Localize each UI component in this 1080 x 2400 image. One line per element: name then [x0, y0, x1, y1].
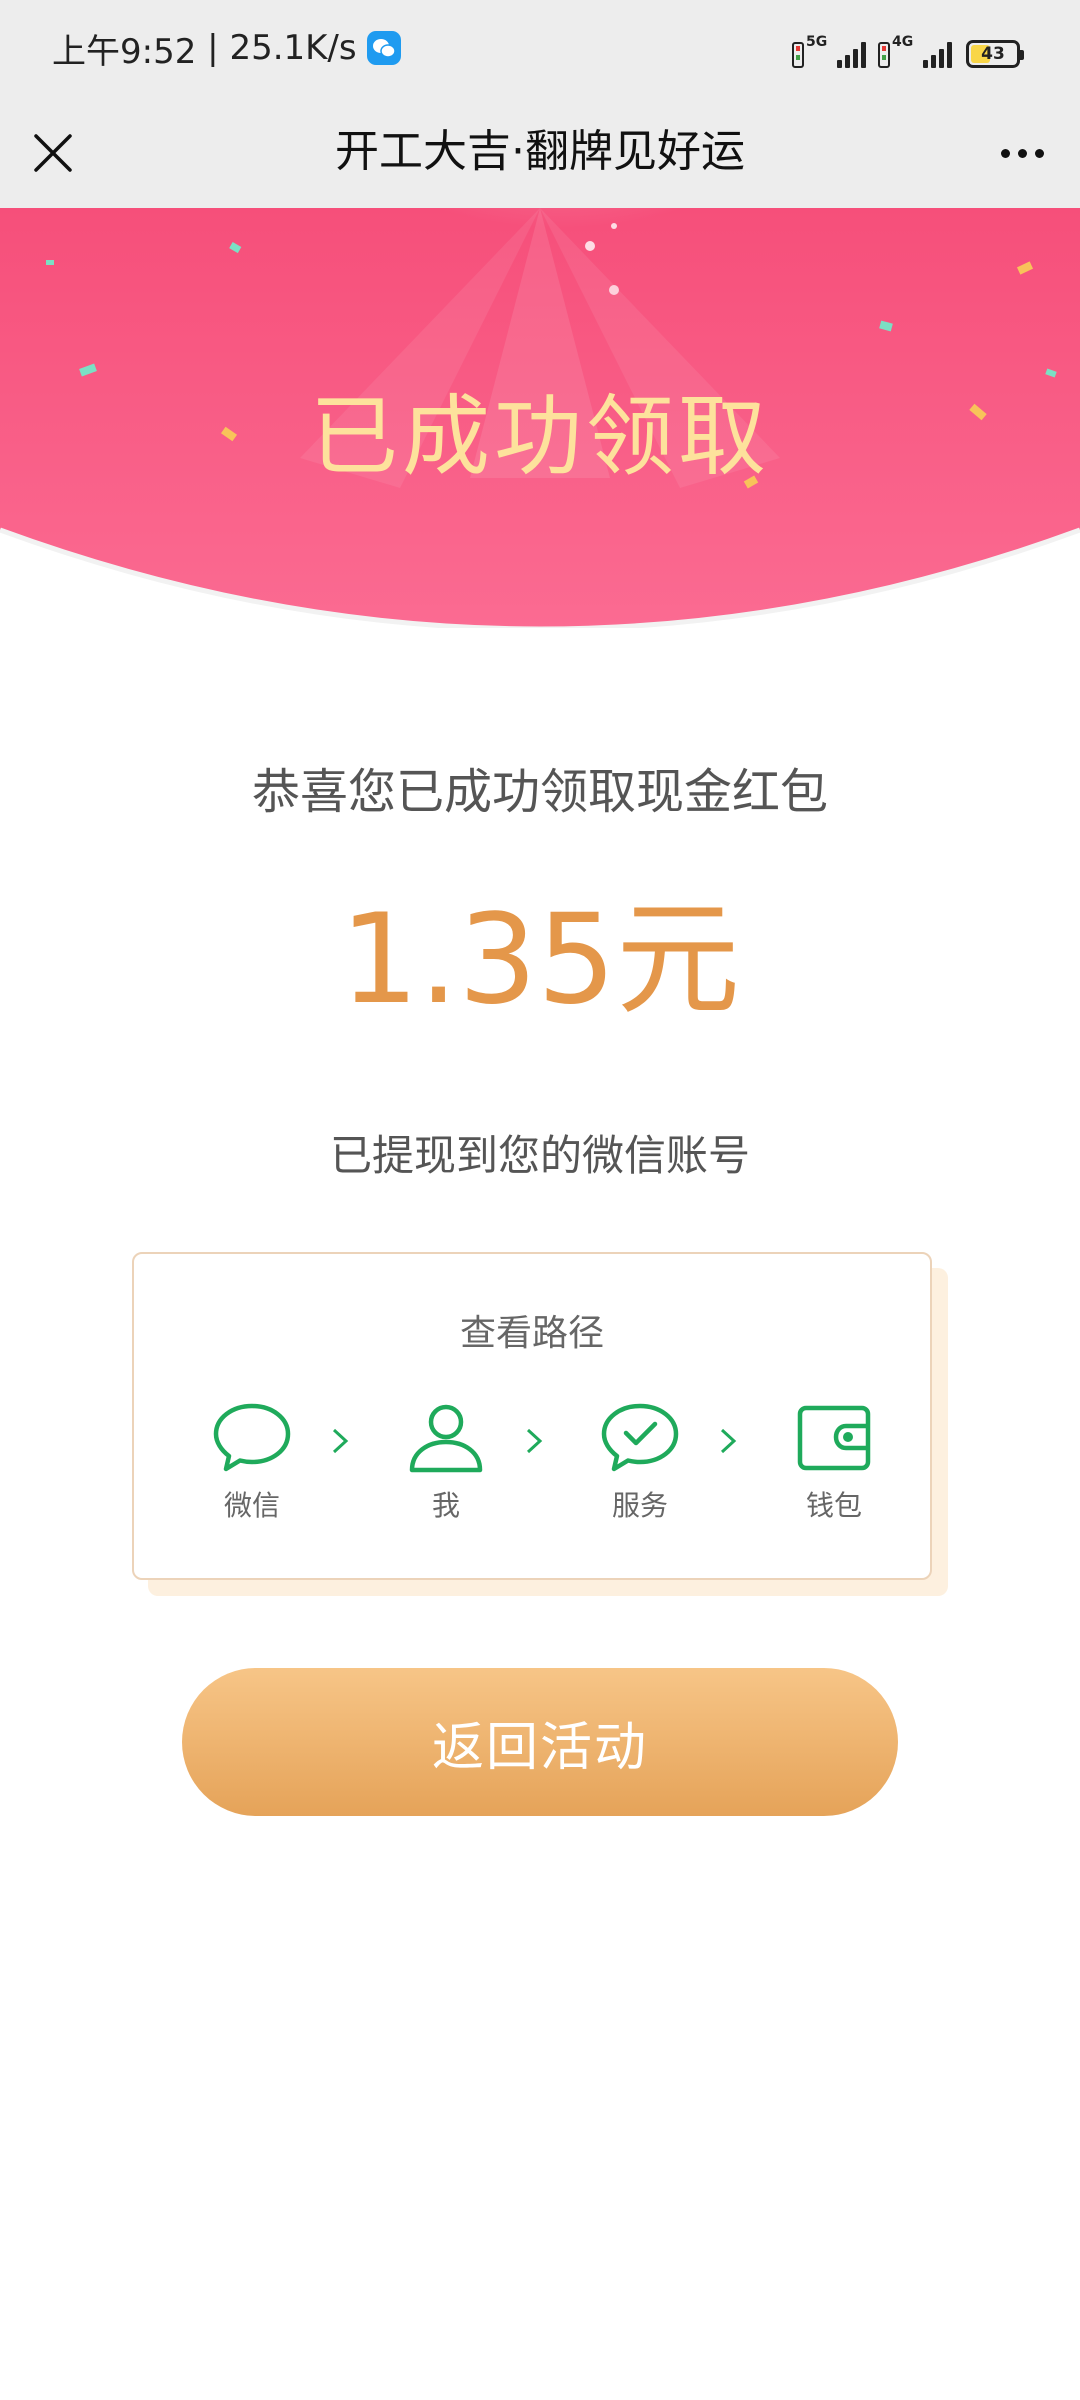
network-type-label: 5G [806, 34, 828, 50]
network-type-label: 4G [892, 34, 914, 50]
return-to-activity-button[interactable]: 返回活动 [182, 1668, 898, 1816]
sim-card-icon [878, 42, 890, 68]
chat-bubble-icon [213, 1403, 291, 1472]
wallet-icon [797, 1405, 871, 1471]
more-dots-icon [1000, 148, 1010, 158]
path-step-services: 服务 [580, 1402, 700, 1532]
notification-app-icon [366, 31, 401, 65]
signal-bars-icon [834, 40, 866, 68]
path-card: 查看路径 微信 我 服务 钱包 [132, 1252, 932, 1580]
banner-title: 已成功领取 [309, 385, 770, 488]
chevron-right-icon [720, 1428, 737, 1454]
path-card-title: 查看路径 [459, 1313, 604, 1354]
sim1-signal: 5G [792, 34, 868, 68]
status-time: 上午9:52 [52, 31, 197, 72]
path-step-label: 钱包 [805, 1489, 862, 1522]
check-bubble-icon [601, 1403, 679, 1472]
close-button[interactable] [20, 120, 86, 186]
path-step-me: 我 [386, 1402, 506, 1532]
status-bar: 上午9:52 | 25.1K/s 5G 4G 43 [0, 0, 1080, 96]
page-title: 开工大吉·翻牌见好运 [335, 126, 745, 177]
chevron-right-icon [526, 1428, 543, 1454]
cash-amount: 1.35元 [339, 888, 741, 1032]
chevron-right-icon [332, 1428, 349, 1454]
battery-icon: 43 [966, 40, 1024, 68]
signal-bars-icon [920, 40, 952, 68]
sim2-signal: 4G [878, 34, 954, 68]
sim-card-icon [792, 42, 804, 68]
path-step-wallet: 钱包 [774, 1402, 894, 1532]
user-icon [409, 1404, 483, 1473]
path-step-label: 服务 [611, 1489, 668, 1522]
path-step-label: 微信 [223, 1489, 280, 1522]
close-icon [34, 134, 72, 172]
path-step-label: 我 [431, 1489, 460, 1522]
path-step-wechat: 微信 [192, 1402, 312, 1532]
withdraw-note: 已提现到您的微信账号 [329, 1131, 750, 1180]
status-left: 上午9:52 | 25.1K/s [52, 24, 401, 72]
status-right: 5G 4G 43 [782, 28, 1024, 68]
status-divider: | [196, 28, 230, 68]
more-options-button[interactable] [984, 120, 1060, 186]
status-net-speed: 25.1K/s [229, 28, 357, 68]
success-banner: 已成功领取 [0, 208, 1080, 628]
congrats-text: 恭喜您已成功领取现金红包 [251, 764, 828, 820]
title-bar: 开工大吉·翻牌见好运 [0, 96, 1080, 208]
battery-level: 43 [981, 44, 1005, 64]
